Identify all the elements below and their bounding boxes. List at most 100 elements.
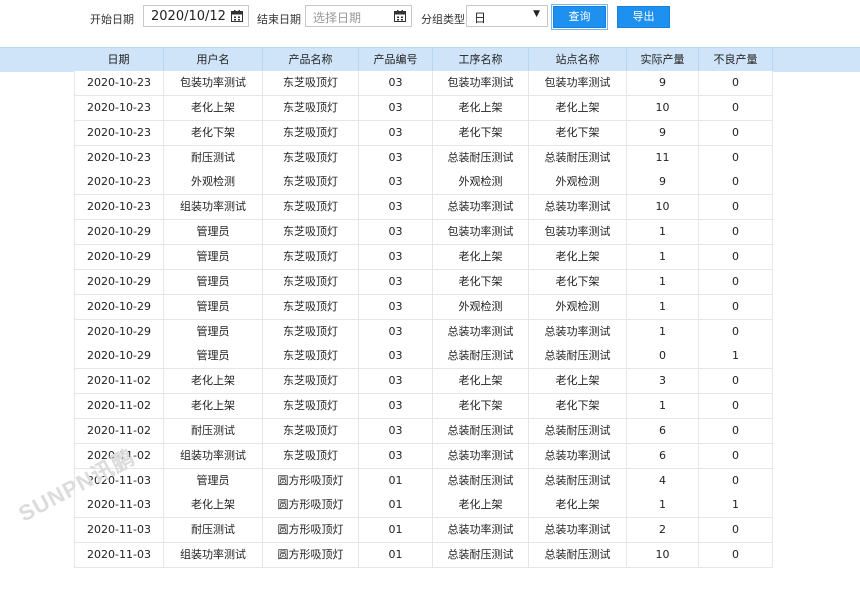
cell-process-name: 总装功率测试 bbox=[433, 319, 529, 345]
table-row[interactable]: 2020-10-23 耐压测试 东芝吸顶灯 03 总装耐压测试 总装耐压测试 11 0 bbox=[0, 145, 860, 171]
cell-actual-output: 1 bbox=[627, 244, 699, 270]
table-row[interactable]: 2020-11-02 组装功率测试 东芝吸顶灯 03 总装功率测试 总装功率测试 6 0 bbox=[0, 443, 860, 469]
cell-process-name: 老化下架 bbox=[433, 394, 529, 420]
group-type-select[interactable]: 日 ▼ bbox=[466, 5, 548, 27]
start-date-value: 2020/10/12 bbox=[151, 9, 226, 24]
table-row[interactable]: 2020-10-29 管理员 东芝吸顶灯 03 包装功率测试 包装功率测试 1 0 bbox=[0, 220, 860, 246]
cell-product-name: 东芝吸顶灯 bbox=[263, 443, 359, 469]
cell-defect-output: 0 bbox=[699, 518, 773, 544]
cell-product-name: 东芝吸顶灯 bbox=[263, 369, 359, 395]
cell-date: 2020-11-02 bbox=[74, 394, 164, 420]
cell-actual-output: 6 bbox=[627, 443, 699, 469]
cell-actual-output: 9 bbox=[627, 120, 699, 146]
cell-product-code: 03 bbox=[359, 344, 433, 370]
column-header-date[interactable]: 日期 bbox=[74, 48, 164, 72]
cell-actual-output: 9 bbox=[627, 71, 699, 96]
table-row[interactable]: 2020-10-29 管理员 东芝吸顶灯 03 老化上架 老化上架 1 0 bbox=[0, 244, 860, 270]
cell-actual-output: 10 bbox=[627, 543, 699, 569]
table-row[interactable]: 2020-11-02 老化上架 东芝吸顶灯 03 老化下架 老化下架 1 0 bbox=[0, 394, 860, 420]
cell-product-name: 圆方形吸顶灯 bbox=[263, 468, 359, 494]
start-date-input[interactable]: 2020/10/12 bbox=[143, 5, 249, 27]
table-row[interactable]: 2020-11-02 耐压测试 东芝吸顶灯 03 总装耐压测试 总装耐压测试 6 0 bbox=[0, 418, 860, 444]
cell-station-name: 老化上架 bbox=[529, 493, 627, 519]
cell-date: 2020-10-29 bbox=[74, 319, 164, 345]
column-header-station-name[interactable]: 站点名称 bbox=[529, 48, 627, 72]
cell-date: 2020-10-23 bbox=[74, 195, 164, 221]
cell-actual-output: 2 bbox=[627, 518, 699, 544]
cell-station-name: 老化上架 bbox=[529, 95, 627, 121]
table-row[interactable]: 2020-10-29 管理员 东芝吸顶灯 03 外观检测 外观检测 1 0 bbox=[0, 294, 860, 320]
table-row[interactable]: 2020-10-23 外观检测 东芝吸顶灯 03 外观检测 外观检测 9 0 bbox=[0, 170, 860, 196]
cell-product-code: 03 bbox=[359, 220, 433, 246]
cell-process-name: 总装功率测试 bbox=[433, 195, 529, 221]
cell-date: 2020-10-29 bbox=[74, 244, 164, 270]
cell-product-code: 01 bbox=[359, 493, 433, 519]
cell-process-name: 外观检测 bbox=[433, 170, 529, 196]
cell-product-code: 03 bbox=[359, 369, 433, 395]
cell-process-name: 老化上架 bbox=[433, 369, 529, 395]
cell-station-name: 总装耐压测试 bbox=[529, 418, 627, 444]
table-row[interactable]: 2020-10-23 组装功率测试 东芝吸顶灯 03 总装功率测试 总装功率测试 10 0 bbox=[0, 195, 860, 221]
cell-product-code: 03 bbox=[359, 244, 433, 270]
cell-username: 耐压测试 bbox=[164, 518, 263, 544]
cell-date: 2020-10-23 bbox=[74, 170, 164, 196]
table-row[interactable]: 2020-10-23 包装功率测试 东芝吸顶灯 03 包装功率测试 包装功率测试 9 0 bbox=[0, 71, 860, 96]
cell-defect-output: 0 bbox=[699, 394, 773, 420]
table-header: 日期 用户名 产品名称 产品编号 工序名称 站点名称 实际产量 不良产量 bbox=[0, 47, 860, 72]
query-button[interactable]: 查询 bbox=[551, 4, 608, 30]
cell-actual-output: 1 bbox=[627, 319, 699, 345]
cell-station-name: 总装功率测试 bbox=[529, 195, 627, 221]
cell-defect-output: 0 bbox=[699, 369, 773, 395]
table-row[interactable]: 2020-11-02 老化上架 东芝吸顶灯 03 老化上架 老化上架 3 0 bbox=[0, 369, 860, 395]
cell-username: 管理员 bbox=[164, 269, 263, 295]
cell-defect-output: 0 bbox=[699, 468, 773, 494]
table-row[interactable]: 2020-10-29 管理员 东芝吸顶灯 03 总装耐压测试 总装耐压测试 0 1 bbox=[0, 344, 860, 370]
cell-date: 2020-10-29 bbox=[74, 269, 164, 295]
cell-station-name: 老化下架 bbox=[529, 120, 627, 146]
end-date-input[interactable]: 选择日期 bbox=[305, 5, 412, 27]
cell-date: 2020-11-03 bbox=[74, 493, 164, 519]
cell-defect-output: 0 bbox=[699, 418, 773, 444]
group-type-value: 日 bbox=[474, 11, 487, 25]
cell-actual-output: 0 bbox=[627, 344, 699, 370]
cell-station-name: 老化下架 bbox=[529, 269, 627, 295]
column-header-process-name[interactable]: 工序名称 bbox=[433, 48, 529, 72]
calendar-icon[interactable] bbox=[231, 10, 243, 22]
cell-station-name: 包装功率测试 bbox=[529, 71, 627, 96]
cell-defect-output: 0 bbox=[699, 120, 773, 146]
cell-defect-output: 0 bbox=[699, 269, 773, 295]
table-row[interactable]: 2020-10-23 老化上架 东芝吸顶灯 03 老化上架 老化上架 10 0 bbox=[0, 95, 860, 121]
table-row[interactable]: 2020-11-03 耐压测试 圆方形吸顶灯 01 总装功率测试 总装功率测试 2 0 bbox=[0, 518, 860, 544]
calendar-icon[interactable] bbox=[394, 10, 406, 22]
column-header-username[interactable]: 用户名 bbox=[164, 48, 263, 72]
table-row[interactable]: 2020-10-29 管理员 东芝吸顶灯 03 老化下架 老化下架 1 0 bbox=[0, 269, 860, 295]
cell-actual-output: 10 bbox=[627, 95, 699, 121]
table-row[interactable]: 2020-11-03 管理员 圆方形吸顶灯 01 总装耐压测试 总装耐压测试 4 0 bbox=[0, 468, 860, 494]
dropdown-arrow-icon[interactable]: ▼ bbox=[533, 9, 540, 19]
cell-station-name: 外观检测 bbox=[529, 170, 627, 196]
cell-product-name: 东芝吸顶灯 bbox=[263, 269, 359, 295]
column-header-product-name[interactable]: 产品名称 bbox=[263, 48, 359, 72]
cell-defect-output: 0 bbox=[699, 145, 773, 171]
column-header-defect-output[interactable]: 不良产量 bbox=[699, 48, 773, 72]
cell-process-name: 包装功率测试 bbox=[433, 220, 529, 246]
export-button[interactable]: 导出 bbox=[617, 6, 670, 28]
cell-username: 耐压测试 bbox=[164, 145, 263, 171]
cell-date: 2020-10-29 bbox=[74, 220, 164, 246]
cell-station-name: 总装功率测试 bbox=[529, 518, 627, 544]
column-header-product-code[interactable]: 产品编号 bbox=[359, 48, 433, 72]
cell-username: 耐压测试 bbox=[164, 418, 263, 444]
cell-date: 2020-11-02 bbox=[74, 443, 164, 469]
cell-product-name: 东芝吸顶灯 bbox=[263, 71, 359, 96]
cell-product-name: 东芝吸顶灯 bbox=[263, 95, 359, 121]
column-header-actual-output[interactable]: 实际产量 bbox=[627, 48, 699, 72]
table-row[interactable]: 2020-10-29 管理员 东芝吸顶灯 03 总装功率测试 总装功率测试 1 0 bbox=[0, 319, 860, 345]
cell-product-code: 03 bbox=[359, 294, 433, 320]
cell-username: 管理员 bbox=[164, 220, 263, 246]
table-row[interactable]: 2020-10-23 老化下架 东芝吸顶灯 03 老化下架 老化下架 9 0 bbox=[0, 120, 860, 146]
table-row[interactable]: 2020-11-03 老化上架 圆方形吸顶灯 01 老化上架 老化上架 1 1 bbox=[0, 493, 860, 519]
table-row[interactable]: 2020-11-03 组装功率测试 圆方形吸顶灯 01 总装耐压测试 总装耐压测试 10 0 bbox=[0, 543, 860, 569]
cell-actual-output: 3 bbox=[627, 369, 699, 395]
cell-date: 2020-10-23 bbox=[74, 145, 164, 171]
cell-product-code: 01 bbox=[359, 468, 433, 494]
